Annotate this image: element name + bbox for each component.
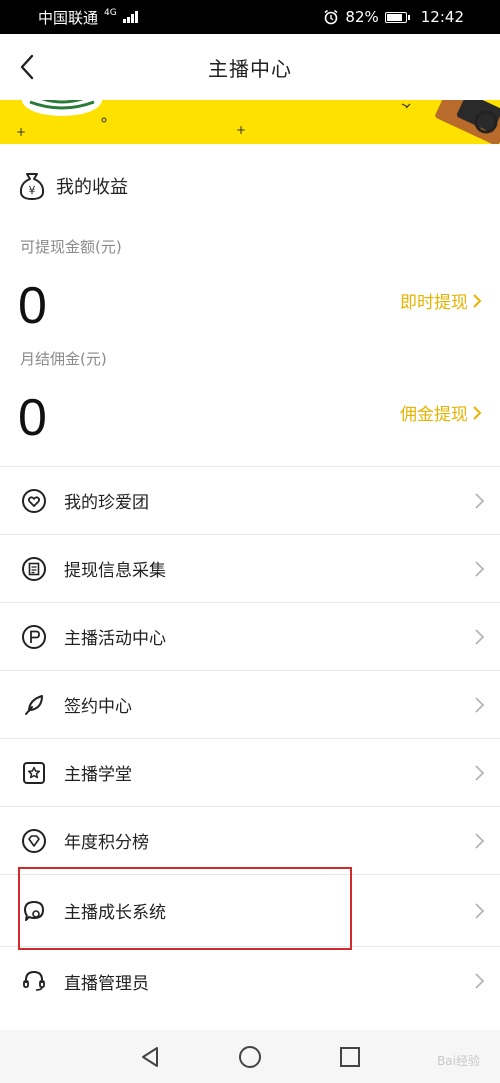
system-nav-bar: Bai经验 (0, 1030, 500, 1083)
recents-square-icon[interactable] (338, 1045, 362, 1069)
chevron-right-icon (473, 405, 482, 420)
menu-item-label: 我的珍爱团 (64, 493, 149, 513)
commission-value: 0 (18, 389, 47, 447)
chevron-left-icon (20, 54, 34, 80)
menu-item-label: 主播活动中心 (64, 629, 166, 649)
watermark-logo: Bai经验 (437, 1054, 480, 1068)
commission-withdraw-button[interactable]: 佣金提现 (400, 400, 482, 425)
earnings-header: ¥ 我的收益 (0, 144, 500, 228)
menu-item-contract-center[interactable]: 签约中心 (0, 671, 500, 739)
commission-label: 月结佣金(元) (20, 350, 107, 368)
menu-item-label: 年度积分榜 (64, 833, 149, 853)
flag-circle-icon (20, 623, 48, 651)
menu-list: 我的珍爱团 提现信息采集 主播活动中心 签约中心 主播学堂 年度积分榜 主播成长… (0, 467, 500, 1015)
withdrawable-value: 0 (18, 277, 47, 335)
earnings-title: 我的收益 (56, 177, 128, 198)
chevron-right-icon (475, 561, 485, 577)
menu-item-fan-club[interactable]: 我的珍爱团 (0, 467, 500, 535)
menu-item-label: 直播管理员 (64, 973, 149, 994)
instant-withdraw-label: 即时提现 (400, 293, 468, 313)
chevron-right-icon (475, 697, 485, 713)
commission-section: 月结佣金(元) 0 佣金提现 (0, 340, 500, 466)
menu-item-academy[interactable]: 主播学堂 (0, 739, 500, 807)
battery-icon (384, 11, 410, 23)
signal-icon (122, 11, 138, 23)
status-bar: 中国联通 4G 82% 12:42 (0, 0, 500, 34)
diamond-circle-icon (20, 827, 48, 855)
menu-item-label: 提现信息采集 (64, 561, 166, 581)
instant-withdraw-button[interactable]: 即时提现 (400, 288, 482, 313)
money-bag-icon: ¥ (19, 173, 45, 200)
battery-percent: 82% (345, 8, 379, 26)
banner-illustration: + + (16, 100, 500, 144)
chevron-right-icon (473, 293, 482, 308)
promo-banner[interactable]: + + (0, 100, 500, 144)
nav-bar: 主播中心 (0, 34, 500, 100)
home-circle-icon[interactable] (237, 1044, 263, 1070)
menu-item-label: 主播学堂 (64, 765, 132, 785)
network-type: 4G (104, 7, 117, 18)
chevron-right-icon (475, 973, 485, 989)
chevron-right-icon (475, 833, 485, 849)
menu-item-annual-ranking[interactable]: 年度积分榜 (0, 807, 500, 875)
menu-item-activity-center[interactable]: 主播活动中心 (0, 603, 500, 671)
menu-item-withdraw-info[interactable]: 提现信息采集 (0, 535, 500, 603)
back-button[interactable] (12, 49, 42, 85)
bubble-icon (20, 897, 48, 925)
chevron-right-icon (475, 903, 485, 919)
menu-item-growth-system[interactable]: 主播成长系统 (0, 875, 500, 947)
page-title: 主播中心 (208, 56, 292, 81)
chevron-right-icon (475, 629, 485, 645)
star-square-icon (20, 759, 48, 787)
carrier-name: 中国联通 (38, 8, 99, 27)
svg-text:+: + (16, 125, 26, 139)
clock: 12:42 (420, 8, 464, 26)
back-triangle-icon[interactable] (138, 1045, 162, 1069)
chevron-right-icon (475, 765, 485, 781)
withdrawable-section: 可提现金额(元) 0 即时提现 (0, 228, 500, 346)
withdrawable-label: 可提现金额(元) (20, 238, 122, 256)
svg-text:+: + (236, 123, 246, 137)
menu-item-live-admin[interactable]: 直播管理员 (0, 947, 500, 1015)
svg-text:¥: ¥ (29, 184, 36, 197)
commission-withdraw-label: 佣金提现 (400, 405, 468, 425)
document-circle-icon (20, 555, 48, 583)
feather-icon (20, 691, 48, 719)
headset-icon (20, 967, 48, 995)
chevron-right-icon (475, 493, 485, 509)
heart-circle-icon (20, 487, 48, 515)
alarm-icon (324, 9, 338, 25)
menu-item-label: 主播成长系统 (64, 903, 166, 923)
menu-item-label: 签约中心 (64, 697, 132, 717)
